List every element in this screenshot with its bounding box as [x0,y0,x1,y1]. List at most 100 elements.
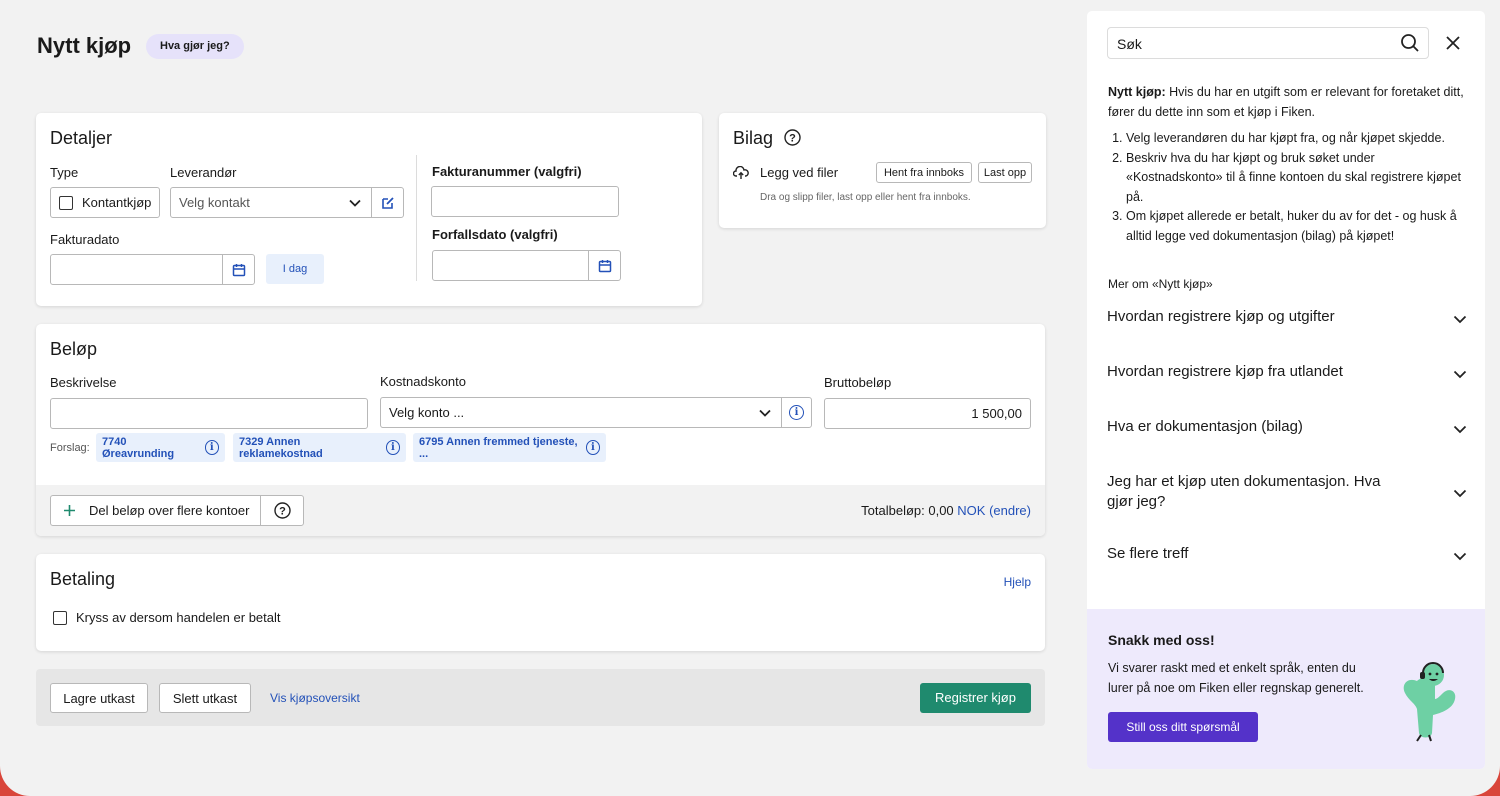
upload-cloud-icon [733,166,749,179]
bruttobelop-label: Bruttobeløp [824,375,892,390]
slett-utkast-button[interactable]: Slett utkast [159,683,251,713]
vis-kjopsoversikt-link[interactable]: Vis kjøpsoversikt [270,691,360,705]
registrer-kjop-button[interactable]: Registrer kjøp [920,683,1031,713]
forfallsdato-calendar-button[interactable] [588,250,621,281]
kostnadskonto-placeholder: Velg konto ... [389,405,465,420]
belop-heading: Beløp [50,339,98,359]
bruttobelop-input[interactable]: 1 500,00 [824,398,1031,429]
step-item: Om kjøpet allerede er betalt, huker du a… [1126,207,1468,246]
kostnadskonto-info-button[interactable]: i [781,397,812,428]
leverandor-label: Leverandør [170,165,237,180]
app-frame: Nytt kjøp Hva gjør jeg? Detaljer Type Ko… [0,0,1500,796]
sidebar-intro: Nytt kjøp: Hvis du har en utgift som er … [1108,82,1468,122]
betalt-checkbox-label: Kryss av dersom handelen er betalt [76,610,281,625]
idag-button[interactable]: I dag [266,254,324,284]
hent-fra-innboks-button[interactable]: Hent fra innboks [876,162,972,183]
plus-icon [64,505,75,516]
accordion-item[interactable]: Se flere treff [1107,545,1467,567]
info-icon[interactable]: i [585,440,600,455]
betaling-heading: Betaling [50,569,116,589]
totalbelop: Totalbeløp: 0,00 NOK (endre) [861,503,1031,518]
suggestion-chip[interactable]: 7329 Annen reklamekostnad i [233,433,406,462]
info-icon[interactable]: i [385,440,400,455]
fakturanummer-input[interactable] [431,186,619,217]
accordion-item[interactable]: Hvordan registrere kjøp og utgifter [1107,308,1467,330]
calendar-icon [232,263,245,276]
chevron-down-icon [1453,425,1467,434]
beskrivelse-label: Beskrivelse [50,375,117,390]
leverandor-select[interactable]: Velg kontakt [170,187,372,218]
detaljer-divider [416,155,417,281]
fakturanummer-label: Fakturanummer (valgfri) [432,164,582,179]
chevron-down-icon [1453,315,1467,324]
bilag-heading: Bilag [733,128,774,148]
chat-panel: Snakk med oss! Vi svarer raskt med et en… [1087,609,1485,769]
info-icon[interactable]: i [204,440,219,455]
drop-hint: Dra og slipp filer, last opp eller hent … [760,192,971,203]
sidebar-steps: Velg leverandøren du har kjøpt fra, og n… [1108,129,1468,246]
bruttobelop-value: 1 500,00 [971,406,1022,421]
help-sidebar: Søk Nytt kjøp: Hvis du har en utgift som… [1087,11,1485,769]
forfallsdato-input[interactable] [432,250,589,281]
step-item: Velg leverandøren du har kjøpt fra, og n… [1126,129,1468,149]
endre-valuta-link[interactable]: NOK (endre) [957,503,1031,518]
type-label: Type [50,165,79,180]
lagre-utkast-button[interactable]: Lagre utkast [50,683,148,713]
chat-button[interactable]: Still oss ditt spørsmål [1108,712,1258,742]
bilag-card: Bilag ? Legg ved filer Hent fra innboks … [719,113,1046,228]
fakturadato-label: Fakturadato [50,232,120,247]
svg-text:?: ? [789,133,796,145]
accordion-item[interactable]: Hvordan registrere kjøp fra utlandet [1107,363,1467,385]
detaljer-card: Detaljer Type Kontantkjøp Leverandør Vel… [36,113,702,306]
support-mascot-icon [1403,662,1456,742]
kontantkjop-checkbox[interactable] [59,195,73,210]
del-belop-button[interactable]: Del beløp over flere kontoer [50,495,261,526]
action-bar: Lagre utkast Slett utkast Vis kjøpsovers… [36,669,1045,726]
accordion-label: Hva er dokumentasjon (bilag) [1107,418,1303,435]
forfallsdato-label: Forfallsdato (valgfri) [432,227,558,242]
chevron-down-icon [349,199,361,207]
beskrivelse-input[interactable] [50,398,368,429]
suggestion-label: 7740 Øreavrunding [102,435,175,460]
totalbelop-label: Totalbeløp: 0,00 [861,503,954,518]
kostnadskonto-label: Kostnadskonto [380,374,467,389]
suggestion-chip[interactable]: 6795 Annen fremmed tjeneste, ... i [413,433,606,462]
suggestion-chip[interactable]: 7740 Øreavrunding i [96,433,225,462]
hjelp-link[interactable]: Hjelp [1004,575,1031,589]
accordion-label: Jeg har et kjøp uten dokumentasjon. Hva … [1107,473,1381,510]
edit-contact-button[interactable] [371,187,404,218]
last-opp-button[interactable]: Last opp [978,162,1032,183]
info-icon: i [789,405,804,420]
chevron-down-icon [1453,370,1467,379]
kontantkjop-label: Kontantkjøp [82,195,152,210]
kostnadskonto-select[interactable]: Velg konto ... [380,397,782,428]
del-belop-help-button[interactable]: ? [260,495,304,526]
betalt-checkbox[interactable] [53,611,67,625]
sidebar-search-input[interactable]: Søk [1107,27,1429,59]
accordion-item[interactable]: Jeg har et kjøp uten dokumentasjon. Hva … [1107,472,1467,514]
step-item: Beskriv hva du har kjøpt og bruk søket u… [1126,149,1468,208]
accordion-label: Hvordan registrere kjøp fra utlandet [1107,363,1343,380]
del-belop-label: Del beløp over flere kontoer [89,503,250,518]
accordion-item[interactable]: Hva er dokumentasjon (bilag) [1107,418,1467,440]
search-icon[interactable] [1400,33,1420,53]
belop-footer-bar: Del beløp over flere kontoer ? Totalbelø… [36,485,1045,536]
calendar-icon [598,259,611,272]
more-label: Mer om «Nytt kjøp» [1108,277,1213,291]
help-pill-button[interactable]: Hva gjør jeg? [146,34,244,59]
detaljer-heading: Detaljer [50,128,113,148]
fakturadato-calendar-button[interactable] [222,254,255,285]
edit-icon [381,196,394,209]
page-title: Nytt kjøp [37,33,132,58]
fakturadato-input[interactable] [50,254,223,285]
accordion-label: Se flere treff [1107,545,1189,562]
chat-text: Vi svarer raskt med et enkelt språk, ent… [1108,661,1364,695]
kontantkjop-checkbox-button[interactable]: Kontantkjøp [50,187,160,218]
suggestion-label: 6795 Annen fremmed tjeneste, ... [419,435,578,460]
chevron-down-icon [1453,489,1467,498]
intro-bold: Nytt kjøp: [1108,85,1166,99]
help-circle-icon: ? [273,502,291,519]
help-circle-icon[interactable]: ? [784,129,801,146]
chat-title: Snakk med oss! [1108,632,1215,648]
close-icon[interactable] [1446,36,1460,50]
